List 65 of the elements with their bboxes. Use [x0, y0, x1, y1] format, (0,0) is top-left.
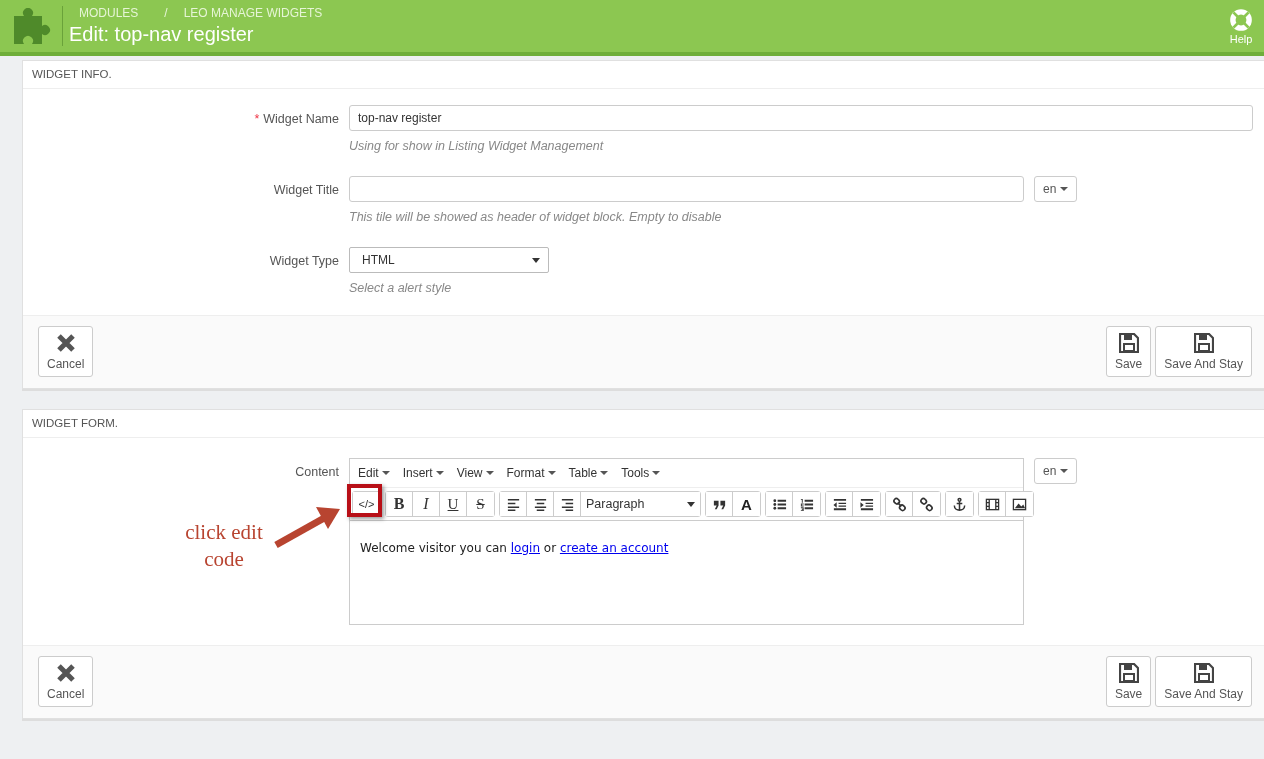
text-link[interactable]: create an account — [559, 541, 669, 555]
annotation-arrow — [272, 505, 342, 549]
link-button[interactable] — [886, 492, 913, 516]
panel-heading: WIDGET FORM. — [23, 410, 1264, 438]
field-label: Content — [295, 465, 339, 479]
save-and-stay-button[interactable]: Save And Stay — [1155, 656, 1252, 707]
menu-item[interactable]: Tools — [621, 466, 661, 480]
text-link[interactable]: login — [510, 541, 540, 555]
floppy-icon — [1118, 662, 1139, 683]
type-select[interactable]: HTML — [349, 247, 549, 273]
film-icon — [984, 496, 1000, 512]
menu-item[interactable]: Table — [568, 466, 609, 480]
save-and-stay-button[interactable]: Save And Stay — [1155, 326, 1252, 377]
save-button[interactable]: Save — [1105, 656, 1152, 707]
language-dropdown[interactable]: en — [1034, 458, 1078, 484]
floppy-icon — [1118, 332, 1139, 353]
bold-button[interactable]: B — [386, 492, 413, 516]
menu-item[interactable]: Format — [506, 466, 556, 480]
numbered-list-icon — [799, 496, 814, 512]
menu-item[interactable]: Edit — [358, 466, 390, 480]
field-label: Widget Title — [273, 183, 339, 197]
puzzle-icon — [12, 8, 52, 44]
align-right-icon — [559, 496, 575, 512]
editor-text: Welcome visitor you can login or create an account — [360, 541, 670, 555]
outdent-button[interactable] — [826, 492, 853, 516]
text-field[interactable] — [349, 176, 1024, 202]
lifebuoy-icon — [1228, 7, 1254, 33]
highlight-frame — [347, 484, 382, 517]
annotation-text: click edit code — [184, 519, 264, 573]
cancel-button[interactable]: Cancel — [38, 326, 94, 377]
unlink-icon — [919, 496, 934, 512]
field-label: Widget Name — [263, 112, 339, 126]
panel-heading: WIDGET INFO. — [23, 61, 1264, 89]
link-icon — [891, 496, 907, 512]
menu-item[interactable]: Insert — [402, 466, 444, 480]
floppy-icon — [1193, 332, 1214, 353]
field-label: Widget Type — [269, 254, 339, 268]
required-mark: * — [254, 112, 260, 126]
align-left-button[interactable] — [500, 492, 527, 516]
bullet-list-icon — [771, 496, 787, 512]
close-icon — [55, 662, 76, 683]
help-text: Select a alert style — [349, 281, 453, 295]
help-text: Using for show in Listing Widget Management — [349, 139, 605, 153]
help-text: This tile will be showed as header of widget block. Empty to disable — [349, 210, 723, 224]
align-center-icon — [532, 496, 548, 512]
menu-item[interactable]: View — [456, 466, 494, 480]
outdent-icon — [831, 496, 847, 512]
breadcrumb-separator: / — [164, 6, 168, 20]
media-button[interactable] — [979, 492, 1006, 516]
floppy-icon — [1193, 662, 1214, 683]
quote-button[interactable] — [706, 492, 733, 516]
align-left-icon — [505, 496, 521, 512]
page-title: Edit: top-nav register — [69, 23, 255, 46]
anchor-icon — [952, 496, 967, 512]
text-field[interactable]: top-nav register — [349, 105, 1253, 131]
cancel-button[interactable]: Cancel — [38, 656, 94, 707]
bullets-button[interactable] — [766, 492, 793, 516]
anchor-button[interactable] — [946, 492, 973, 516]
close-icon — [55, 332, 76, 353]
image-icon — [1012, 496, 1027, 512]
language-dropdown[interactable]: en — [1034, 176, 1078, 202]
indent-icon — [859, 496, 874, 512]
caret-icon — [532, 257, 540, 263]
save-button[interactable]: Save — [1105, 326, 1152, 377]
caret-icon — [687, 501, 695, 507]
